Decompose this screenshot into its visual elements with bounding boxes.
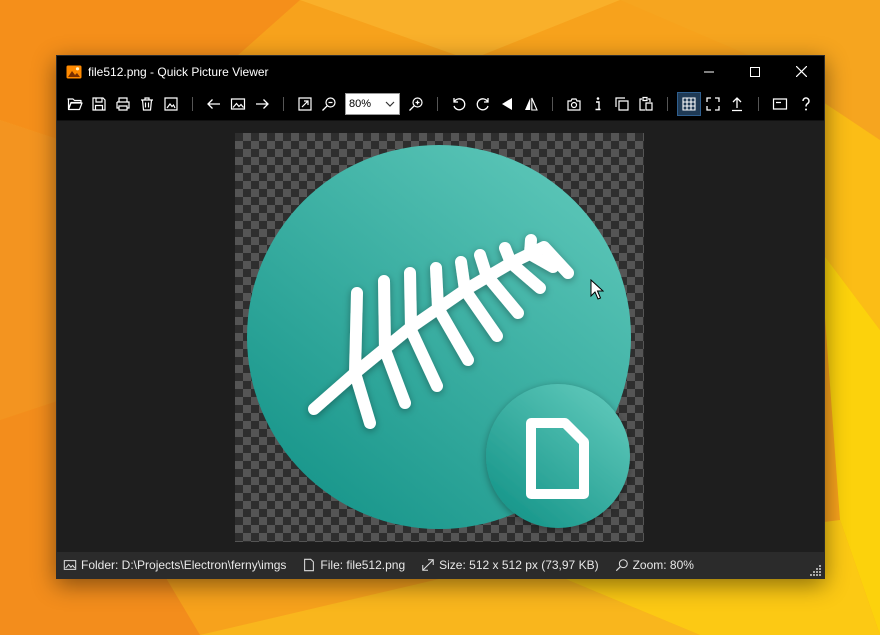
open-folder-icon xyxy=(67,97,83,110)
autosize-icon xyxy=(298,96,312,111)
status-bar: Folder: D:\Projects\Electron\ferny\imgs … xyxy=(57,552,824,578)
close-icon xyxy=(795,66,807,77)
rotate-left-icon xyxy=(453,97,466,110)
maximize-button[interactable] xyxy=(732,56,778,87)
rotate-right-button[interactable] xyxy=(471,92,495,116)
zoom-in-icon xyxy=(409,96,423,111)
toolbar-separator xyxy=(192,96,193,111)
open-with-icon xyxy=(732,96,742,111)
zoom-out-button[interactable] xyxy=(317,92,341,116)
copy-icon xyxy=(615,96,629,111)
info-icon xyxy=(595,96,601,110)
status-folder: Folder: D:\Projects\Electron\ferny\imgs xyxy=(63,558,286,572)
paste-icon xyxy=(639,96,653,111)
file-name: File: file512.png xyxy=(320,558,406,572)
flip-horizontal-icon xyxy=(502,97,512,110)
delete-icon xyxy=(141,96,153,111)
previous-icon xyxy=(207,98,220,109)
zoom-in-button[interactable] xyxy=(404,92,428,116)
fullscreen-icon xyxy=(706,96,720,111)
screenshot-icon xyxy=(567,97,581,111)
zoom-level: Zoom: 80% xyxy=(632,558,694,572)
slideshow-button[interactable] xyxy=(768,92,792,116)
previous-button[interactable] xyxy=(202,92,226,116)
flip-horizontal-button[interactable] xyxy=(495,92,519,116)
app-window: file512.png - Quick Picture Viewer 80% F… xyxy=(56,55,825,579)
resize-grip-icon[interactable] xyxy=(810,564,822,576)
save-button[interactable] xyxy=(87,92,111,116)
save-icon xyxy=(92,96,106,111)
zoom-dropdown-value: 80% xyxy=(349,97,372,110)
flip-vertical-icon xyxy=(525,97,538,111)
minimize-button[interactable] xyxy=(686,56,732,87)
toolbar-separator xyxy=(283,96,284,111)
delete-button[interactable] xyxy=(135,92,159,116)
status-size: Size: 512 x 512 px (73,97 KB) xyxy=(421,558,599,572)
window-title: file512.png - Quick Picture Viewer xyxy=(88,64,269,79)
maximize-icon xyxy=(750,66,760,77)
open-button[interactable] xyxy=(63,92,87,116)
mouse-cursor-icon xyxy=(590,279,604,300)
status-file: File: file512.png xyxy=(302,558,405,572)
zoom-out-icon xyxy=(322,96,336,111)
fullscreen-button[interactable] xyxy=(701,92,725,116)
autosize-button[interactable] xyxy=(293,92,317,116)
resize-arrows-icon xyxy=(422,559,434,571)
chevron-down-icon xyxy=(385,101,395,107)
zoom-dropdown[interactable]: 80% xyxy=(345,92,400,115)
app-logo-icon xyxy=(66,64,82,80)
file-icon xyxy=(304,558,315,572)
image-button[interactable] xyxy=(226,92,250,116)
next-button[interactable] xyxy=(250,92,274,116)
checkerboard-icon xyxy=(682,96,696,111)
status-zoom: Zoom: 80% xyxy=(615,558,694,572)
checkerboard-toggle[interactable] xyxy=(677,91,701,116)
image-size: Size: 512 x 512 px (73,97 KB) xyxy=(439,558,599,572)
toolbar-separator xyxy=(667,96,668,111)
help-button[interactable] xyxy=(794,92,818,116)
toolbar-separator xyxy=(758,96,759,111)
set-wallpaper-icon xyxy=(164,96,178,111)
help-icon xyxy=(802,96,810,110)
image-viewport[interactable] xyxy=(57,122,824,553)
toolbar-separator xyxy=(437,96,438,111)
toolbar-separator xyxy=(552,96,553,111)
image-icon xyxy=(63,560,77,570)
folder-path: Folder: D:\Projects\Electron\ferny\imgs xyxy=(81,558,287,572)
minimize-icon xyxy=(704,71,714,72)
close-button[interactable] xyxy=(778,56,824,87)
ferny-logo-image xyxy=(247,145,631,529)
paste-button[interactable] xyxy=(634,92,658,116)
open-with-button[interactable] xyxy=(725,92,749,116)
next-icon xyxy=(256,98,269,109)
print-icon xyxy=(116,96,130,111)
print-button[interactable] xyxy=(111,92,135,116)
title-bar[interactable]: file512.png - Quick Picture Viewer xyxy=(57,56,824,87)
toolbar: 80% xyxy=(57,87,824,121)
screenshot-button[interactable] xyxy=(562,92,586,116)
magnifier-icon xyxy=(615,559,628,572)
set-wallpaper-button[interactable] xyxy=(159,92,183,116)
flip-vertical-button[interactable] xyxy=(519,92,543,116)
image-canvas[interactable] xyxy=(235,133,644,542)
slideshow-icon xyxy=(772,97,788,110)
copy-button[interactable] xyxy=(610,92,634,116)
rotate-right-icon xyxy=(476,97,489,110)
rotate-left-button[interactable] xyxy=(447,92,471,116)
image-icon xyxy=(230,97,246,110)
info-button[interactable] xyxy=(586,92,610,116)
